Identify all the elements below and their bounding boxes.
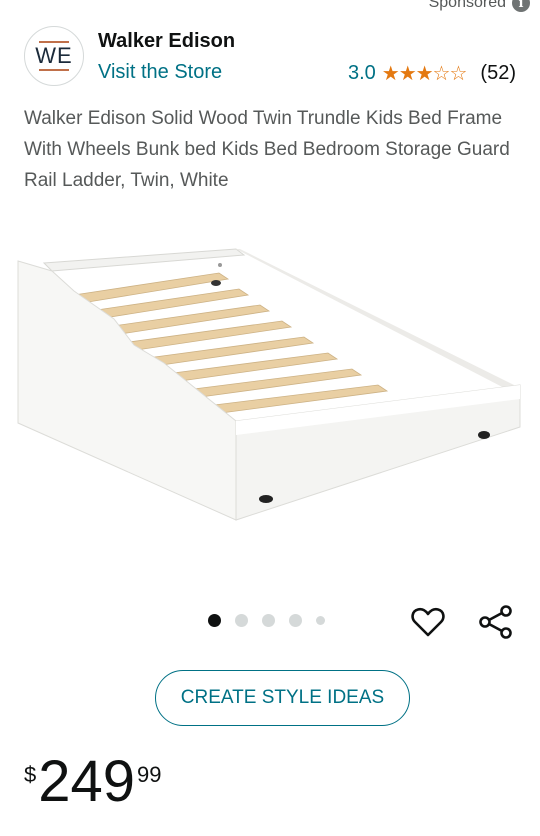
carousel-dot[interactable] xyxy=(262,614,275,627)
rating-count: (52) xyxy=(480,62,516,84)
brand-logo[interactable]: WE xyxy=(24,26,84,86)
brand-header: WE Walker Edison Visit the Store 3.0 ★★★… xyxy=(24,26,516,90)
star-rating-icon: ★★★☆☆ xyxy=(381,63,468,85)
create-style-ideas-button[interactable]: CREATE STYLE IDEAS xyxy=(155,670,410,726)
product-title: Walker Edison Solid Wood Twin Trundle Ki… xyxy=(24,108,510,191)
carousel-dot[interactable] xyxy=(289,614,302,627)
price-fraction: 99 xyxy=(137,762,162,787)
image-carousel-dots[interactable] xyxy=(208,614,325,627)
rating-summary[interactable]: 3.0 ★★★☆☆ (52) xyxy=(348,61,516,86)
heart-icon[interactable] xyxy=(410,604,446,640)
carousel-dot[interactable] xyxy=(235,614,248,627)
info-icon[interactable]: i xyxy=(512,0,530,12)
carousel-dot[interactable] xyxy=(316,616,325,625)
product-image[interactable] xyxy=(14,235,526,525)
brand-name[interactable]: Walker Edison xyxy=(98,30,235,53)
price-whole: 249 xyxy=(38,749,136,814)
price: $ 249 99 xyxy=(24,752,162,812)
visit-store-link[interactable]: Visit the Store xyxy=(98,61,222,84)
price-symbol: $ xyxy=(24,762,37,787)
carousel-dot[interactable] xyxy=(208,614,221,627)
sponsored-text: Sponsored xyxy=(428,0,506,11)
rating-value: 3.0 xyxy=(347,62,376,84)
sponsored-label[interactable]: Sponsored i xyxy=(429,0,530,12)
share-icon[interactable] xyxy=(478,604,514,640)
brand-logo-text: WE xyxy=(35,43,73,68)
